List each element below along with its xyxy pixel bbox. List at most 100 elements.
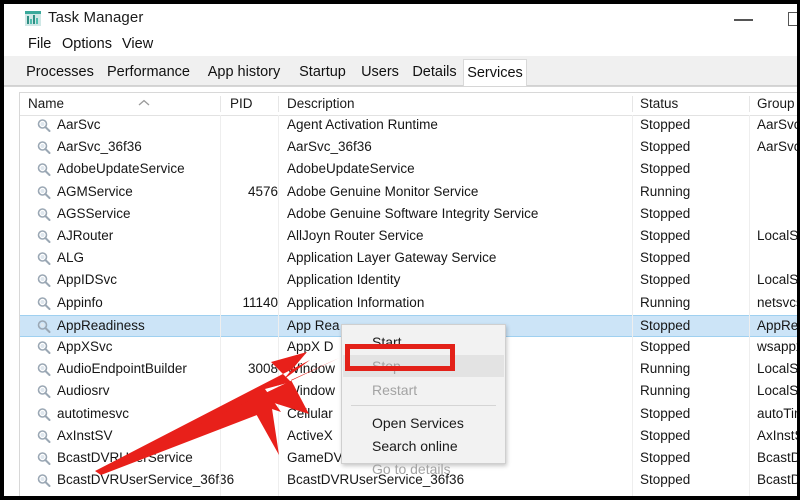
task-manager-screenshot: Task Manager File Options View Processes… <box>0 0 800 500</box>
column-header-name[interactable]: Name <box>28 96 64 111</box>
cell-status: Stopped <box>640 250 691 266</box>
context-menu-item-restart[interactable]: Restart <box>343 379 504 401</box>
cell-name: Appinfo <box>57 294 103 310</box>
menu-options[interactable]: Options <box>58 35 116 53</box>
table-row[interactable]: AppIDSvc Application Identity Stopped Local… <box>20 270 797 292</box>
cell-description: App Rea <box>287 317 340 333</box>
minimize-button[interactable] <box>721 4 767 34</box>
cell-status: Stopped <box>640 427 691 443</box>
cell-status: Running <box>640 383 691 399</box>
tab-services[interactable]: Services <box>463 59 527 86</box>
table-row[interactable]: Appinfo 11140 Application Information Runni… <box>20 293 797 315</box>
service-icon <box>37 385 51 399</box>
header-divider[interactable] <box>278 96 279 112</box>
service-icon <box>37 474 51 488</box>
cell-name: AarSvc <box>57 117 101 132</box>
cell-group: AppRea <box>757 317 797 333</box>
cell-status: Stopped <box>640 139 691 155</box>
cell-status: Stopped <box>640 450 691 465</box>
cell-status: Stopped <box>640 339 691 354</box>
column-separator <box>632 115 633 496</box>
column-header-pid[interactable]: PID <box>230 96 253 111</box>
cell-name: AGSService <box>57 205 131 221</box>
menu-bar: File Options View <box>4 34 797 56</box>
cell-group: autoTim <box>757 405 797 421</box>
cell-status: Stopped <box>640 472 691 488</box>
tab-performance[interactable]: Performance <box>100 59 197 86</box>
tab-startup[interactable]: Startup <box>291 59 354 86</box>
frame-edge-top <box>0 0 800 4</box>
service-icon <box>37 230 51 243</box>
tab-processes[interactable]: Processes <box>20 59 100 86</box>
tab-users[interactable]: Users <box>354 59 406 86</box>
table-row[interactable]: AJRouter AllJoyn Router Service Stopped Loc… <box>20 226 797 248</box>
cell-status: Stopped <box>640 405 691 421</box>
cell-pid: 4576 <box>247 183 278 199</box>
service-icon <box>37 119 51 132</box>
maximize-button[interactable] <box>775 4 797 34</box>
cell-status: Running <box>640 294 691 310</box>
tab-app-history[interactable]: App history <box>197 59 291 86</box>
cell-status: Stopped <box>640 317 691 333</box>
cell-status: Running <box>640 183 691 199</box>
column-header-row: Name PID Description Status Group <box>20 93 797 116</box>
cell-status: Stopped <box>640 117 691 132</box>
menu-view[interactable]: View <box>118 35 157 53</box>
cell-group: LocalSys <box>757 361 797 377</box>
column-separator <box>749 115 750 496</box>
cell-name: AppIDSvc <box>57 272 118 288</box>
cell-group: AxInstSV <box>757 427 797 443</box>
cell-name: AJRouter <box>57 228 114 243</box>
cell-description: Adobe Genuine Monitor Service <box>287 183 479 199</box>
table-row[interactable]: AGSService Adobe Genuine Software Integri… <box>20 204 797 226</box>
cell-description: AarSvc_36f36 <box>287 139 372 155</box>
cell-name: AppReadiness <box>57 317 145 333</box>
cell-status: Stopped <box>640 161 691 177</box>
cell-description: Application Information <box>287 294 425 310</box>
table-row[interactable]: ALG Application Layer Gateway Service Stop… <box>20 248 797 270</box>
table-row[interactable]: AarSvc_36f36 AarSvc_36f36 Stopped AarSvcG <box>20 137 797 159</box>
table-row[interactable]: AarSvc Agent Activation Runtime Stopped Aar… <box>20 115 797 137</box>
task-manager-icon <box>25 11 41 26</box>
service-icon <box>37 429 51 443</box>
cell-description: Application Identity <box>287 272 401 288</box>
cell-name: AGMService <box>57 183 133 199</box>
cell-status: Stopped <box>640 205 691 221</box>
service-icon <box>37 452 51 465</box>
context-menu-item-open-services[interactable]: Open Services <box>343 412 504 434</box>
context-menu-item-search-online[interactable]: Search online <box>343 435 504 457</box>
frame-edge-left <box>0 0 4 500</box>
tab-strip: Processes Performance App history Startu… <box>4 56 797 87</box>
service-icon <box>37 163 51 177</box>
frame-edge-bottom <box>0 496 800 500</box>
cell-group: netsvcs <box>757 294 797 310</box>
column-header-group[interactable]: Group <box>757 96 795 111</box>
cell-group: AarSvcG <box>757 117 797 132</box>
header-divider[interactable] <box>632 96 633 112</box>
cell-status: Stopped <box>640 272 691 288</box>
table-row[interactable]: AGMService 4576 Adobe Genuine Monitor Serv… <box>20 182 797 204</box>
cell-group: BcastDV <box>757 450 797 465</box>
cell-description: Application Layer Gateway Service <box>287 250 497 266</box>
column-header-description[interactable]: Description <box>287 96 355 111</box>
context-menu-separator <box>351 405 496 406</box>
cell-name: AarSvc_36f36 <box>57 139 142 155</box>
header-divider[interactable] <box>749 96 750 112</box>
tab-details[interactable]: Details <box>406 59 463 86</box>
service-icon <box>37 296 51 310</box>
service-icon <box>37 252 51 266</box>
cell-group: BcastDV <box>757 472 797 488</box>
cell-group: LocalSer <box>757 383 797 399</box>
column-header-status[interactable]: Status <box>640 96 678 111</box>
menu-file[interactable]: File <box>24 35 55 53</box>
cell-description: AllJoyn Router Service <box>287 228 424 243</box>
service-icon <box>37 407 51 421</box>
table-row[interactable]: AdobeUpdateService AdobeUpdateService Stop… <box>20 159 797 181</box>
cell-pid: 11140 <box>242 294 278 310</box>
header-divider[interactable] <box>220 96 221 112</box>
cell-status: Stopped <box>640 228 691 243</box>
context-menu-item-go-to-details[interactable]: Go to details <box>343 458 504 480</box>
cell-description: Adobe Genuine Software Integrity Service <box>287 205 539 221</box>
cell-status: Running <box>640 361 691 377</box>
cell-name: ALG <box>57 250 85 266</box>
